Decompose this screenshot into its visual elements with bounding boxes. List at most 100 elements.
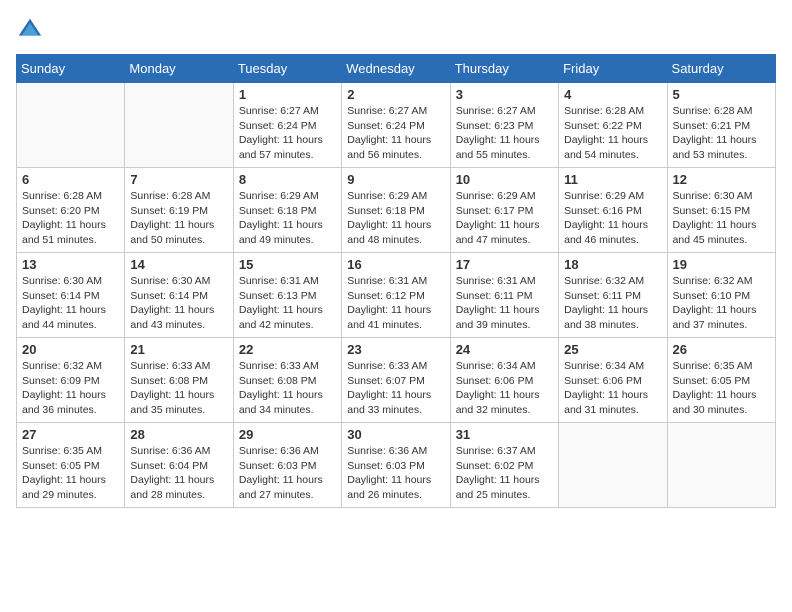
day-number: 16	[347, 257, 444, 272]
day-number: 31	[456, 427, 553, 442]
calendar-cell	[17, 83, 125, 168]
cell-info: Sunrise: 6:28 AMSunset: 6:21 PMDaylight:…	[673, 104, 770, 163]
header-saturday: Saturday	[667, 55, 775, 83]
cell-info: Sunrise: 6:32 AMSunset: 6:09 PMDaylight:…	[22, 359, 119, 418]
day-number: 14	[130, 257, 227, 272]
day-number: 5	[673, 87, 770, 102]
day-number: 26	[673, 342, 770, 357]
cell-info: Sunrise: 6:34 AMSunset: 6:06 PMDaylight:…	[456, 359, 553, 418]
calendar-cell: 4 Sunrise: 6:28 AMSunset: 6:22 PMDaylight…	[559, 83, 667, 168]
day-number: 29	[239, 427, 336, 442]
calendar-cell: 6 Sunrise: 6:28 AMSunset: 6:20 PMDaylight…	[17, 168, 125, 253]
calendar-cell: 21Sunrise: 6:33 AMSunset: 6:08 PMDayligh…	[125, 338, 233, 423]
calendar-cell: 9Sunrise: 6:29 AMSunset: 6:18 PMDaylight…	[342, 168, 450, 253]
cell-info: Sunrise: 6:31 AMSunset: 6:11 PMDaylight:…	[456, 274, 553, 333]
cell-info: Sunrise: 6:29 AMSunset: 6:18 PMDaylight:…	[347, 189, 444, 248]
day-number: 2	[347, 87, 444, 102]
cell-info: Sunrise: 6:27 AMSunset: 6:24 PMDaylight:…	[347, 104, 444, 163]
cell-info: Sunrise: 6:30 AMSunset: 6:15 PMDaylight:…	[673, 189, 770, 248]
calendar-table: SundayMondayTuesdayWednesdayThursdayFrid…	[16, 54, 776, 508]
calendar-cell	[667, 423, 775, 508]
cell-info: Sunrise: 6:27 AMSunset: 6:24 PMDaylight:…	[239, 104, 336, 163]
cell-info: Sunrise: 6:29 AMSunset: 6:17 PMDaylight:…	[456, 189, 553, 248]
calendar-cell: 22 Sunrise: 6:33 AMSunset: 6:08 PMDayligh…	[233, 338, 341, 423]
calendar-cell: 2 Sunrise: 6:27 AMSunset: 6:24 PMDaylight…	[342, 83, 450, 168]
day-number: 4	[564, 87, 661, 102]
calendar-cell	[125, 83, 233, 168]
cell-info: Sunrise: 6:31 AMSunset: 6:13 PMDaylight:…	[239, 274, 336, 333]
calendar-week-5: 27 Sunrise: 6:35 AMSunset: 6:05 PMDayligh…	[17, 423, 776, 508]
cell-info: Sunrise: 6:29 AMSunset: 6:18 PMDaylight:…	[239, 189, 336, 248]
calendar-header-row: SundayMondayTuesdayWednesdayThursdayFrid…	[17, 55, 776, 83]
calendar-cell: 19 Sunrise: 6:32 AMSunset: 6:10 PMDayligh…	[667, 253, 775, 338]
cell-info: Sunrise: 6:35 AMSunset: 6:05 PMDaylight:…	[22, 444, 119, 503]
day-number: 27	[22, 427, 119, 442]
calendar-cell: 25Sunrise: 6:34 AMSunset: 6:06 PMDayligh…	[559, 338, 667, 423]
calendar-cell: 7 Sunrise: 6:28 AMSunset: 6:19 PMDaylight…	[125, 168, 233, 253]
cell-info: Sunrise: 6:33 AMSunset: 6:07 PMDaylight:…	[347, 359, 444, 418]
page-header	[16, 16, 776, 44]
cell-info: Sunrise: 6:28 AMSunset: 6:22 PMDaylight:…	[564, 104, 661, 163]
cell-info: Sunrise: 6:27 AMSunset: 6:23 PMDaylight:…	[456, 104, 553, 163]
day-number: 28	[130, 427, 227, 442]
cell-info: Sunrise: 6:32 AMSunset: 6:11 PMDaylight:…	[564, 274, 661, 333]
cell-info: Sunrise: 6:28 AMSunset: 6:19 PMDaylight:…	[130, 189, 227, 248]
logo	[16, 16, 48, 44]
day-number: 21	[130, 342, 227, 357]
cell-info: Sunrise: 6:35 AMSunset: 6:05 PMDaylight:…	[673, 359, 770, 418]
calendar-week-4: 20 Sunrise: 6:32 AMSunset: 6:09 PMDayligh…	[17, 338, 776, 423]
cell-info: Sunrise: 6:36 AMSunset: 6:03 PMDaylight:…	[347, 444, 444, 503]
cell-info: Sunrise: 6:28 AMSunset: 6:20 PMDaylight:…	[22, 189, 119, 248]
header-wednesday: Wednesday	[342, 55, 450, 83]
day-number: 19	[673, 257, 770, 272]
day-number: 3	[456, 87, 553, 102]
calendar-cell: 31 Sunrise: 6:37 AMSunset: 6:02 PMDayligh…	[450, 423, 558, 508]
cell-info: Sunrise: 6:30 AMSunset: 6:14 PMDaylight:…	[22, 274, 119, 333]
calendar-week-1: 1 Sunrise: 6:27 AMSunset: 6:24 PMDaylight…	[17, 83, 776, 168]
calendar-cell: 13 Sunrise: 6:30 AMSunset: 6:14 PMDayligh…	[17, 253, 125, 338]
calendar-cell: 8 Sunrise: 6:29 AMSunset: 6:18 PMDaylight…	[233, 168, 341, 253]
day-number: 11	[564, 172, 661, 187]
calendar-cell: 15 Sunrise: 6:31 AMSunset: 6:13 PMDayligh…	[233, 253, 341, 338]
calendar-cell: 26 Sunrise: 6:35 AMSunset: 6:05 PMDayligh…	[667, 338, 775, 423]
calendar-cell: 24 Sunrise: 6:34 AMSunset: 6:06 PMDayligh…	[450, 338, 558, 423]
day-number: 12	[673, 172, 770, 187]
calendar-cell: 18 Sunrise: 6:32 AMSunset: 6:11 PMDayligh…	[559, 253, 667, 338]
cell-info: Sunrise: 6:30 AMSunset: 6:14 PMDaylight:…	[130, 274, 227, 333]
day-number: 1	[239, 87, 336, 102]
day-number: 7	[130, 172, 227, 187]
day-number: 13	[22, 257, 119, 272]
header-friday: Friday	[559, 55, 667, 83]
calendar-cell: 5 Sunrise: 6:28 AMSunset: 6:21 PMDaylight…	[667, 83, 775, 168]
cell-info: Sunrise: 6:31 AMSunset: 6:12 PMDaylight:…	[347, 274, 444, 333]
calendar-cell: 17 Sunrise: 6:31 AMSunset: 6:11 PMDayligh…	[450, 253, 558, 338]
calendar-cell: 14 Sunrise: 6:30 AMSunset: 6:14 PMDayligh…	[125, 253, 233, 338]
calendar-cell: 3 Sunrise: 6:27 AMSunset: 6:23 PMDaylight…	[450, 83, 558, 168]
day-number: 20	[22, 342, 119, 357]
calendar-cell: 30 Sunrise: 6:36 AMSunset: 6:03 PMDayligh…	[342, 423, 450, 508]
day-number: 22	[239, 342, 336, 357]
day-number: 23	[347, 342, 444, 357]
day-number: 10	[456, 172, 553, 187]
logo-icon	[16, 16, 44, 44]
calendar-cell: 11Sunrise: 6:29 AMSunset: 6:16 PMDayligh…	[559, 168, 667, 253]
cell-info: Sunrise: 6:33 AMSunset: 6:08 PMDaylight:…	[239, 359, 336, 418]
calendar-cell: 27 Sunrise: 6:35 AMSunset: 6:05 PMDayligh…	[17, 423, 125, 508]
day-number: 17	[456, 257, 553, 272]
day-number: 15	[239, 257, 336, 272]
day-number: 24	[456, 342, 553, 357]
calendar-cell: 28Sunrise: 6:36 AMSunset: 6:04 PMDayligh…	[125, 423, 233, 508]
cell-info: Sunrise: 6:32 AMSunset: 6:10 PMDaylight:…	[673, 274, 770, 333]
day-number: 30	[347, 427, 444, 442]
calendar-cell: 16 Sunrise: 6:31 AMSunset: 6:12 PMDayligh…	[342, 253, 450, 338]
calendar-cell: 1 Sunrise: 6:27 AMSunset: 6:24 PMDaylight…	[233, 83, 341, 168]
day-number: 8	[239, 172, 336, 187]
calendar-cell: 20 Sunrise: 6:32 AMSunset: 6:09 PMDayligh…	[17, 338, 125, 423]
day-number: 18	[564, 257, 661, 272]
day-number: 25	[564, 342, 661, 357]
calendar-cell: 29Sunrise: 6:36 AMSunset: 6:03 PMDayligh…	[233, 423, 341, 508]
calendar-cell	[559, 423, 667, 508]
day-number: 6	[22, 172, 119, 187]
calendar-cell: 23 Sunrise: 6:33 AMSunset: 6:07 PMDayligh…	[342, 338, 450, 423]
cell-info: Sunrise: 6:37 AMSunset: 6:02 PMDaylight:…	[456, 444, 553, 503]
